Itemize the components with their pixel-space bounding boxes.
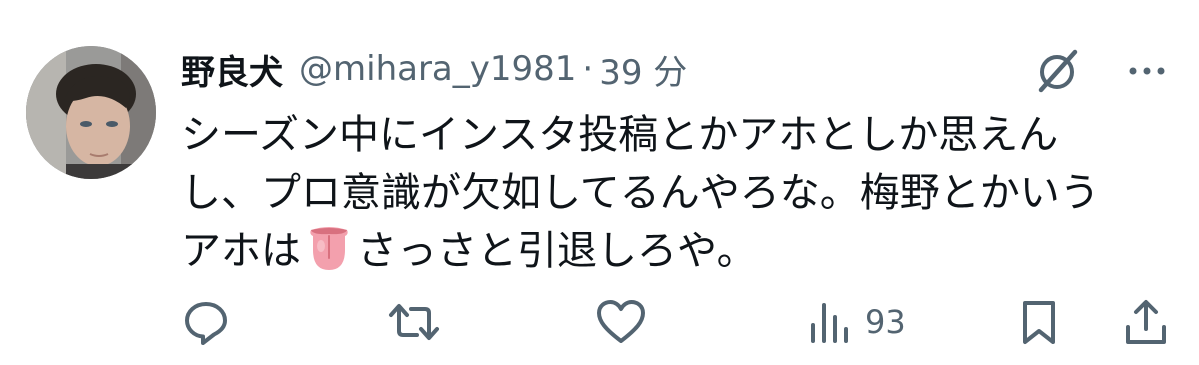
tweet-text-line-3-end: さっさと引退しろや。 [357,228,757,274]
grok-icon[interactable] [1033,46,1083,96]
bookmark-icon [1017,297,1061,347]
share-icon [1123,297,1169,347]
separator-dot: · [582,49,594,89]
share-button[interactable] [1123,296,1169,348]
views-count: 93 [865,303,906,341]
more-dots-icon[interactable] [1125,49,1169,93]
tweet[interactable]: 野良犬 @mihara_y1981 · 39 分 シーズン中にインスタ投稿とかア… [0,0,1199,365]
tweet-text: シーズン中にインスタ投稿とかアホとしか思えん し、プロ意識が欠如してるんやろな。… [181,106,1171,280]
tweet-top-actions [1033,46,1169,96]
avatar[interactable] [26,46,156,179]
retweet-button[interactable] [387,296,441,348]
tweet-text-line-1: シーズン中にインスタ投稿とかアホとしか思えん [181,112,1059,158]
tweet-text-line-3-start: アホは [181,228,301,274]
views-button[interactable]: 93 [807,296,906,348]
tweet-header: 野良犬 @mihara_y1981 · 39 分 [181,44,687,94]
tweet-text-line-2: し、プロ意識が欠如してるんやろな。梅野とかいう [181,170,1100,216]
retweet-icon [387,297,441,347]
tongue-emoji [305,224,353,272]
tweet-action-bar: 93 [181,296,1171,348]
like-button[interactable] [595,296,647,348]
bookmark-button[interactable] [1017,296,1061,348]
user-handle[interactable]: @mihara_y1981 [299,49,576,89]
reply-button[interactable] [181,296,231,348]
views-icon [807,297,851,347]
display-name[interactable]: 野良犬 [181,45,283,94]
heart-icon [595,297,647,347]
reply-icon [181,297,231,347]
timestamp[interactable]: 39 分 [599,45,687,94]
